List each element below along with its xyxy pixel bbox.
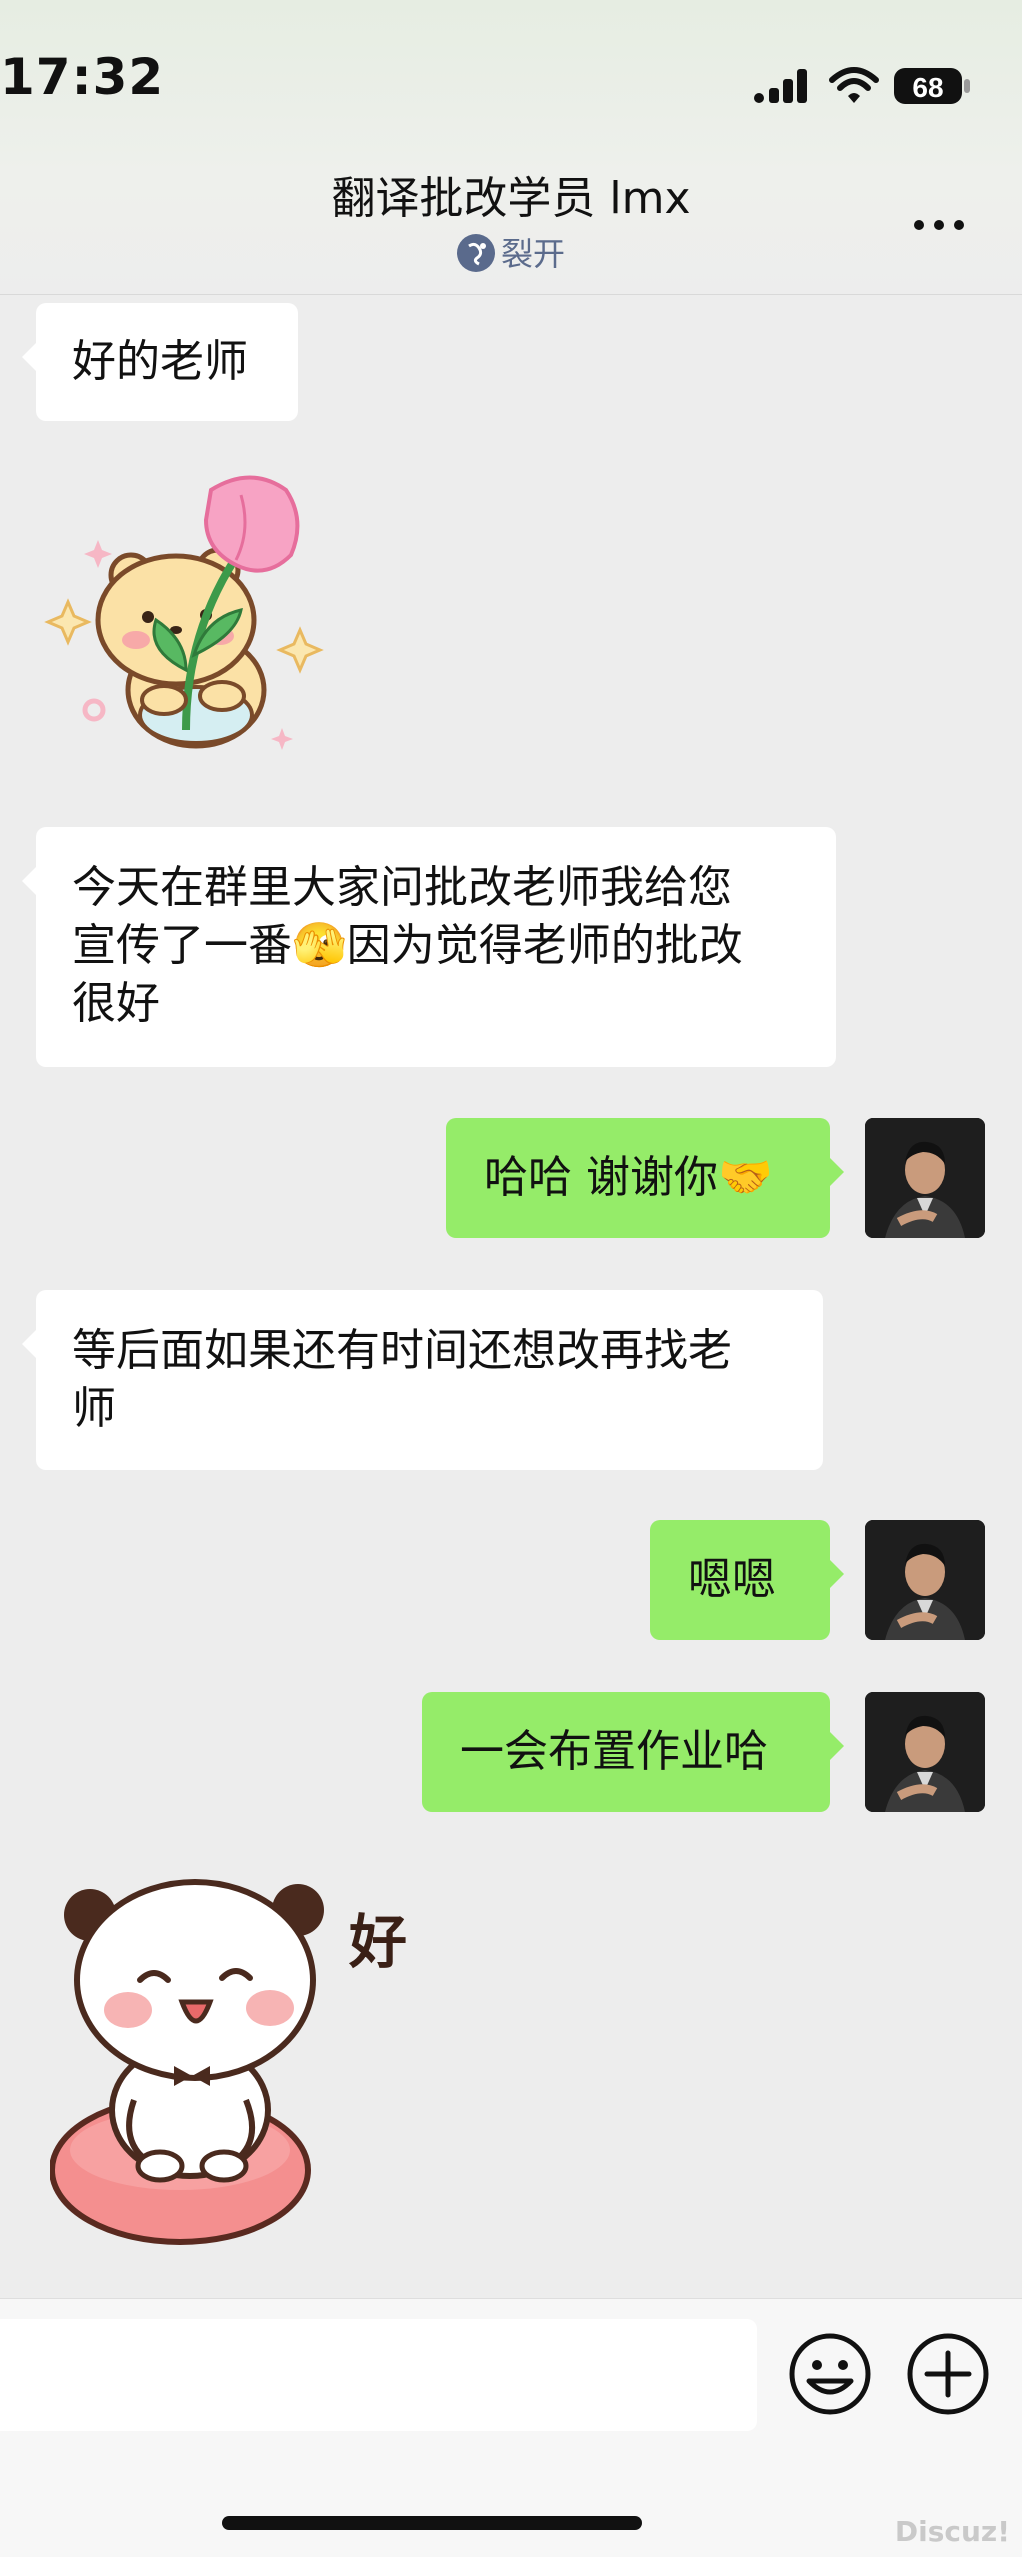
sticker-caption: 好 <box>348 1908 407 1976</box>
emoji-icon[interactable] <box>787 2331 873 2417</box>
battery-level: 68 <box>912 72 943 103</box>
message-text-line: 等后面如果还有时间还想改再找老 <box>72 1325 732 1376</box>
message-text: 嗯嗯 <box>688 1554 776 1605</box>
message-text-line: 很好 <box>72 978 160 1029</box>
status-icons: 68 <box>754 64 970 110</box>
message-bubble-incoming[interactable]: 今天在群里大家问批改老师我给您 宣传了一番🫣因为觉得老师的批改 很好 <box>22 827 836 1067</box>
more-icon[interactable] <box>912 218 966 232</box>
wifi-icon <box>829 67 879 103</box>
watermark: Discuz! <box>894 2515 1010 2548</box>
message-bubble-outgoing[interactable]: 一会布置作业哈 <box>422 1692 844 1812</box>
avatar[interactable] <box>865 1118 985 1238</box>
message-text-line: 今天在群里大家问批改老师我给您 <box>72 862 732 913</box>
message-text-line: 师 <box>72 1383 116 1434</box>
message-input[interactable] <box>0 2319 757 2431</box>
message-text: 哈哈 谢谢你🤝 <box>484 1152 773 1203</box>
message-bubble-incoming[interactable]: 等后面如果还有时间还想改再找老 师 <box>22 1290 823 1470</box>
message-bubble-outgoing[interactable]: 哈哈 谢谢你🤝 <box>446 1118 844 1238</box>
battery-icon: 68 <box>894 68 970 104</box>
message-text-line: 宣传了一番🫣因为觉得老师的批改 <box>72 920 743 971</box>
chat-subtitle[interactable]: 裂开 <box>0 234 1022 272</box>
bear-with-tulip-sticker[interactable] <box>36 470 346 770</box>
panda-saying-ok-sticker[interactable]: 好 <box>50 1870 420 2250</box>
plus-icon[interactable] <box>905 2331 991 2417</box>
chat-title[interactable]: 翻译批改学员 lmx <box>0 177 1022 221</box>
avatar[interactable] <box>865 1520 985 1640</box>
status-time: 17:32 <box>0 48 165 106</box>
message-bubble-outgoing[interactable]: 嗯嗯 <box>650 1520 844 1640</box>
signal-icon <box>754 69 807 103</box>
message-bubble-incoming[interactable]: 好的老师 <box>22 303 298 421</box>
message-text: 好的老师 <box>72 336 248 387</box>
avatar[interactable] <box>865 1692 985 1812</box>
top-bar: 17:32 68 翻译批改学员 lmx 裂开 <box>0 0 1022 295</box>
message-text: 一会布置作业哈 <box>460 1726 768 1777</box>
status-icon <box>456 234 495 272</box>
subtitle-text: 裂开 <box>500 235 565 273</box>
home-indicator[interactable] <box>222 2516 642 2530</box>
